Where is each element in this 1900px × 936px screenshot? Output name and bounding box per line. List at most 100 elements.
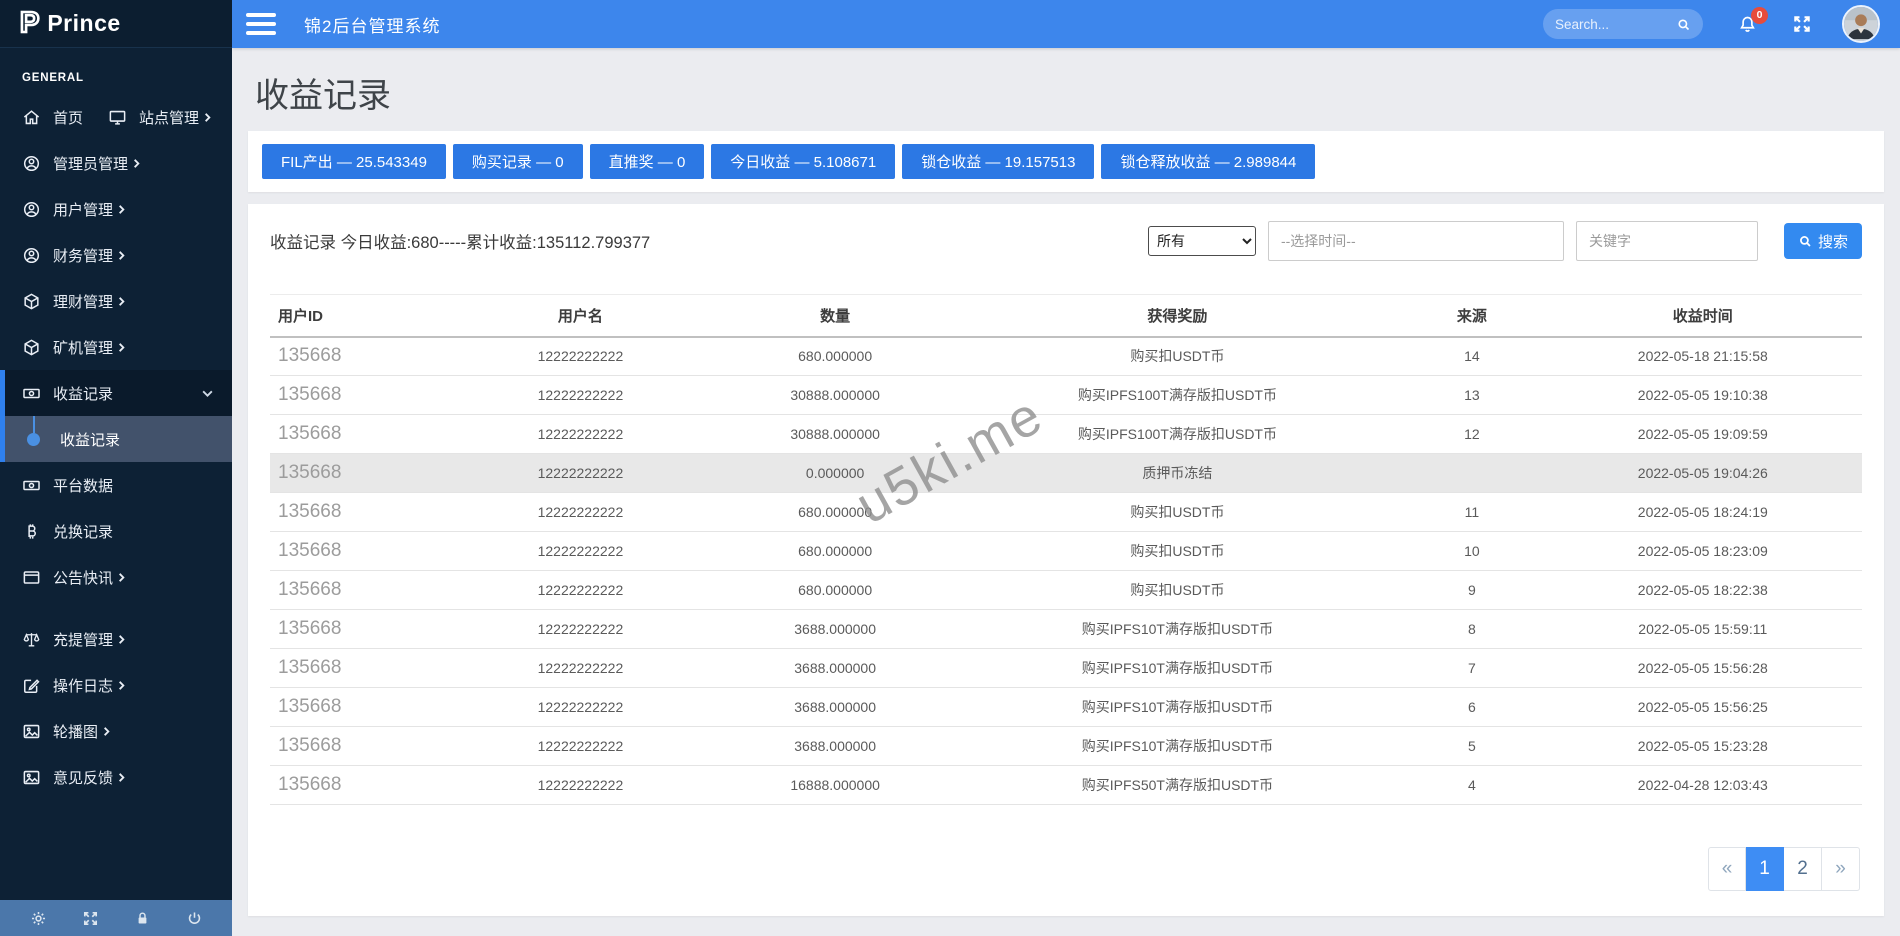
power-icon[interactable] (186, 910, 203, 927)
table-cell: 135668 (270, 688, 445, 727)
sidebar-item-site[interactable]: 站点管理 (108, 94, 213, 140)
table-cell: 7 (1400, 649, 1543, 688)
table-cell: 12222222222 (445, 571, 716, 610)
stat-button[interactable]: FIL产出 — 25.543349 (262, 144, 446, 179)
table-cell: 12222222222 (445, 376, 716, 415)
table-cell: 680.000000 (716, 532, 955, 571)
search-button[interactable]: 搜索 (1784, 223, 1862, 259)
sidebar-item-label: 操作日志 (53, 675, 113, 696)
table-cell: 3688.000000 (716, 610, 955, 649)
table-cell: 680.000000 (716, 571, 955, 610)
sidebar-item-exchange[interactable]: 兑换记录 (0, 508, 232, 554)
chevron-right-icon (116, 572, 127, 583)
table-cell: 购买IPFS100T满存版扣USDT币 (955, 376, 1401, 415)
edit-icon (22, 676, 41, 695)
pagination-page-button[interactable]: 2 (1784, 847, 1822, 891)
table-row: 1356681222222222230888.000000购买IPFS100T满… (270, 415, 1862, 454)
sidebar-item-miner[interactable]: 矿机管理 (0, 324, 232, 370)
image-icon (22, 768, 41, 787)
sidebar-item-platform[interactable]: 平台数据 (0, 462, 232, 508)
sidebar-item-admin[interactable]: 管理员管理 (0, 140, 232, 186)
table-body: 13566812222222222680.000000购买扣USDT币14202… (270, 337, 1862, 805)
table-cell: 16888.000000 (716, 766, 955, 805)
stat-button[interactable]: 购买记录 — 0 (453, 144, 583, 179)
fullscreen-icon[interactable] (1792, 14, 1812, 34)
sidebar-item-finance[interactable]: 财务管理 (0, 232, 232, 278)
stat-button[interactable]: 今日收益 — 5.108671 (711, 144, 895, 179)
sidebar-item-notice[interactable]: 公告快讯 (0, 554, 232, 600)
search-icon[interactable] (1676, 17, 1691, 32)
sidebar-item-carousel[interactable]: 轮播图 (0, 708, 232, 754)
column-header: 数量 (716, 295, 955, 337)
notifications-button[interactable]: 0 (1737, 14, 1758, 35)
sidebar-subitem-label: 收益记录 (60, 429, 120, 450)
sidebar-row-home-site: 首页 站点管理 (0, 94, 232, 140)
table-cell: 购买IPFS10T满存版扣USDT币 (955, 688, 1401, 727)
sidebar-item-label: 财务管理 (53, 245, 113, 266)
table-cell: 10 (1400, 532, 1543, 571)
page-title: 收益记录 (255, 68, 1884, 117)
stat-button[interactable]: 锁仓释放收益 — 2.989844 (1101, 144, 1315, 179)
sidebar-item-deposit[interactable]: 充提管理 (0, 616, 232, 662)
table-cell: 3688.000000 (716, 649, 955, 688)
lock-icon[interactable] (134, 910, 151, 927)
column-header: 收益时间 (1544, 295, 1862, 337)
pagination-page-button[interactable]: 1 (1746, 847, 1784, 891)
money-bill-icon (22, 384, 41, 403)
sidebar-item-user[interactable]: 用户管理 (0, 186, 232, 232)
pagination-prev-button[interactable]: « (1708, 847, 1746, 891)
bitcoin-icon (22, 522, 41, 541)
table-row: 135668122222222223688.000000购买IPFS10T满存版… (270, 688, 1862, 727)
sidebar-subitem-income[interactable]: 收益记录 (5, 416, 232, 462)
stat-button[interactable]: 直推奖 — 0 (590, 144, 705, 179)
table-row: 13566812222222222680.000000购买扣USDT币11202… (270, 493, 1862, 532)
hamburger-menu-icon[interactable] (246, 9, 278, 39)
cube-icon (22, 338, 41, 357)
sidebar-item-label: 公告快讯 (53, 567, 113, 588)
type-select[interactable]: 所有 (1148, 226, 1256, 256)
table-cell: 680.000000 (716, 493, 955, 532)
sidebar-item-label: 理财管理 (53, 291, 113, 312)
keyword-input[interactable] (1576, 221, 1758, 261)
sidebar-item-label: 收益记录 (53, 383, 113, 404)
submenu-line (33, 416, 35, 433)
table-cell: 12222222222 (445, 454, 716, 493)
chevron-down-icon (201, 387, 214, 400)
chevron-right-icon (116, 296, 127, 307)
sidebar-section-label: GENERAL (0, 48, 232, 94)
window-icon (22, 568, 41, 587)
table-cell: 5 (1400, 727, 1543, 766)
sidebar-active-group: 收益记录 收益记录 (0, 370, 232, 462)
table-cell: 12222222222 (445, 610, 716, 649)
pagination-next-button[interactable]: » (1822, 847, 1860, 891)
table-cell: 2022-05-05 15:23:28 (1544, 727, 1862, 766)
chevron-right-icon (202, 112, 213, 123)
table-cell: 4 (1400, 766, 1543, 805)
table-cell: 购买IPFS50T满存版扣USDT币 (955, 766, 1401, 805)
app-title: 锦2后台管理系统 (304, 12, 440, 37)
sidebar-item-wealth[interactable]: 理财管理 (0, 278, 232, 324)
sidebar-item-income[interactable]: 收益记录 (5, 370, 232, 416)
sidebar-footer-toolbar (0, 900, 232, 936)
table-cell: 2022-05-05 19:04:26 (1544, 454, 1862, 493)
table-header-row: 用户ID 用户名 数量 获得奖励 来源 收益时间 (270, 295, 1862, 337)
expand-icon[interactable] (82, 910, 99, 927)
sidebar-item-logs[interactable]: 操作日志 (0, 662, 232, 708)
date-range-input[interactable] (1268, 221, 1564, 261)
gear-icon[interactable] (30, 910, 47, 927)
app-window: P Prince GENERAL 首页 站点管理 管理员管理 用户管理 (0, 0, 1900, 936)
user-avatar[interactable] (1842, 5, 1880, 43)
stat-button[interactable]: 锁仓收益 — 19.157513 (902, 144, 1094, 179)
records-card: 收益记录 今日收益:680-----累计收益:135112.799377 所有 … (248, 204, 1884, 916)
sidebar-item-home[interactable]: 首页 (0, 94, 108, 140)
chevron-right-icon (116, 772, 127, 783)
income-summary: 收益记录 今日收益:680-----累计收益:135112.799377 (270, 229, 650, 253)
search-input[interactable] (1555, 17, 1676, 32)
table-cell: 13 (1400, 376, 1543, 415)
table-cell: 680.000000 (716, 337, 955, 376)
image-icon (22, 722, 41, 741)
table-cell: 12222222222 (445, 532, 716, 571)
table-cell: 购买IPFS10T满存版扣USDT币 (955, 649, 1401, 688)
topbar: 锦2后台管理系统 0 (232, 0, 1900, 48)
sidebar-item-feedback[interactable]: 意见反馈 (0, 754, 232, 800)
